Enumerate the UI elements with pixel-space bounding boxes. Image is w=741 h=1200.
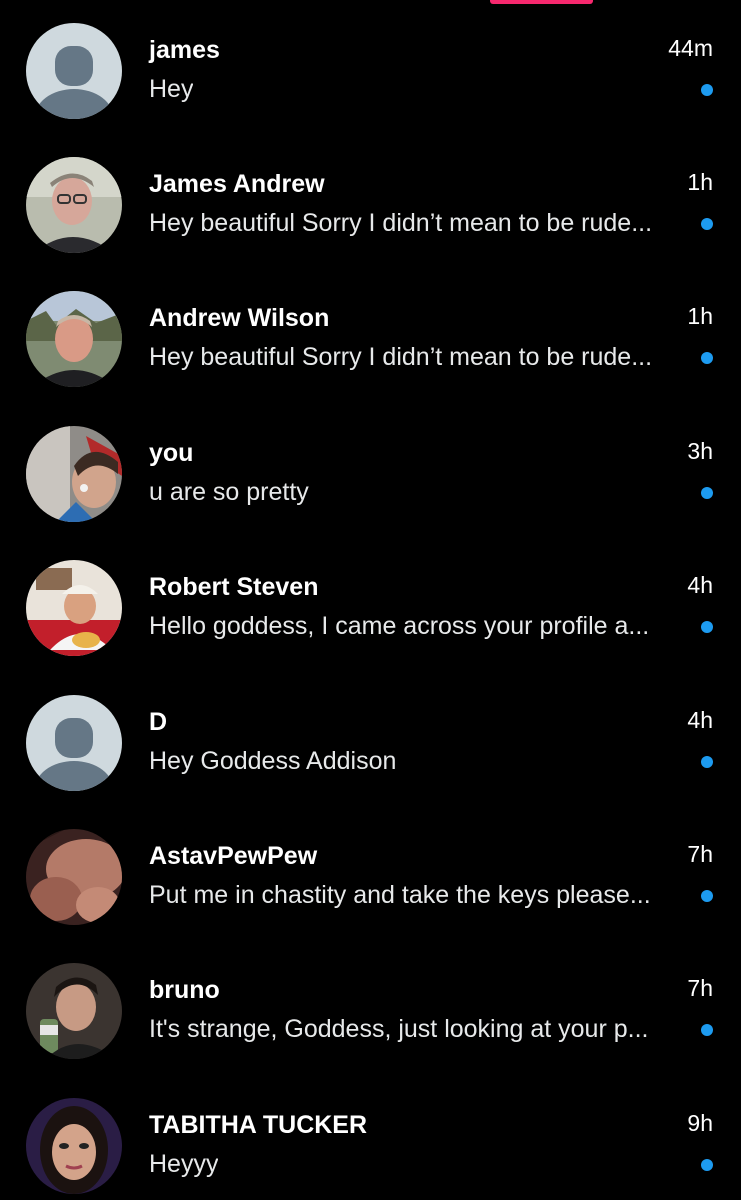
conversation-name: james [149, 36, 220, 64]
conversation-row[interactable]: Robert Steven 4h Hello goddess, I came a… [0, 537, 741, 671]
conversation-name: TABITHA TUCKER [149, 1111, 368, 1139]
photo-avatar[interactable] [26, 291, 122, 387]
conversation-time: 1h [687, 169, 713, 195]
unread-indicator [701, 1024, 713, 1036]
conversation-row[interactable]: James Andrew 1h Hey beautiful Sorry I di… [0, 134, 741, 268]
unread-indicator [701, 890, 713, 902]
photo-avatar[interactable] [26, 426, 122, 522]
conversation-time: 4h [687, 572, 713, 598]
photo-avatar[interactable] [26, 1098, 122, 1194]
unread-indicator [701, 1159, 713, 1171]
message-preview: Hey Goddess Addison [149, 747, 397, 775]
unread-indicator [701, 218, 713, 230]
unread-indicator [701, 756, 713, 768]
photo-avatar[interactable] [26, 560, 122, 656]
conversation-time: 3h [687, 438, 713, 464]
conversation-name: Andrew Wilson [149, 304, 330, 332]
conversation-name: you [149, 439, 194, 467]
conversation-row[interactable]: bruno 7h It's strange, Goddess, just loo… [0, 940, 741, 1074]
conversation-row[interactable]: TABITHA TUCKER 9h Heyyy [0, 1075, 741, 1200]
conversation-row[interactable]: Andrew Wilson 1h Hey beautiful Sorry I d… [0, 268, 741, 402]
photo-avatar[interactable] [26, 157, 122, 253]
conversation-row[interactable]: you 3h u are so pretty [0, 403, 741, 537]
message-preview: Hello goddess, I came across your profil… [149, 612, 650, 640]
message-preview: u are so pretty [149, 478, 309, 506]
conversation-row[interactable]: james 44m Hey [0, 0, 741, 134]
unread-indicator [701, 84, 713, 96]
conversation-name: James Andrew [149, 170, 325, 198]
conversation-time: 9h [687, 1110, 713, 1136]
conversation-time: 4h [687, 707, 713, 733]
photo-avatar[interactable] [26, 963, 122, 1059]
message-preview: Put me in chastity and take the keys ple… [149, 881, 651, 909]
default-avatar[interactable] [26, 23, 122, 119]
message-preview: Hey [149, 75, 194, 103]
message-preview: Hey beautiful Sorry I didn’t mean to be … [149, 343, 653, 371]
conversation-name: Robert Steven [149, 573, 319, 601]
conversation-row[interactable]: D 4h Hey Goddess Addison [0, 672, 741, 806]
photo-avatar[interactable] [26, 829, 122, 925]
message-preview: It's strange, Goddess, just looking at y… [149, 1015, 649, 1043]
default-avatar[interactable] [26, 695, 122, 791]
conversation-row[interactable]: AstavPewPew 7h Put me in chastity and ta… [0, 806, 741, 940]
unread-indicator [701, 487, 713, 499]
conversation-name: D [149, 708, 168, 736]
conversation-time: 1h [687, 303, 713, 329]
unread-indicator [701, 352, 713, 364]
conversation-time: 7h [687, 841, 713, 867]
conversation-time: 7h [687, 975, 713, 1001]
conversation-name: AstavPewPew [149, 842, 318, 870]
message-preview: Hey beautiful Sorry I didn’t mean to be … [149, 209, 653, 237]
messages-screen: james 44m Hey James Andrew 1h Hey beauti… [0, 0, 741, 1200]
conversation-name: bruno [149, 976, 220, 1004]
message-preview: Heyyy [149, 1150, 219, 1178]
unread-indicator [701, 621, 713, 633]
conversation-time: 44m [668, 35, 713, 61]
